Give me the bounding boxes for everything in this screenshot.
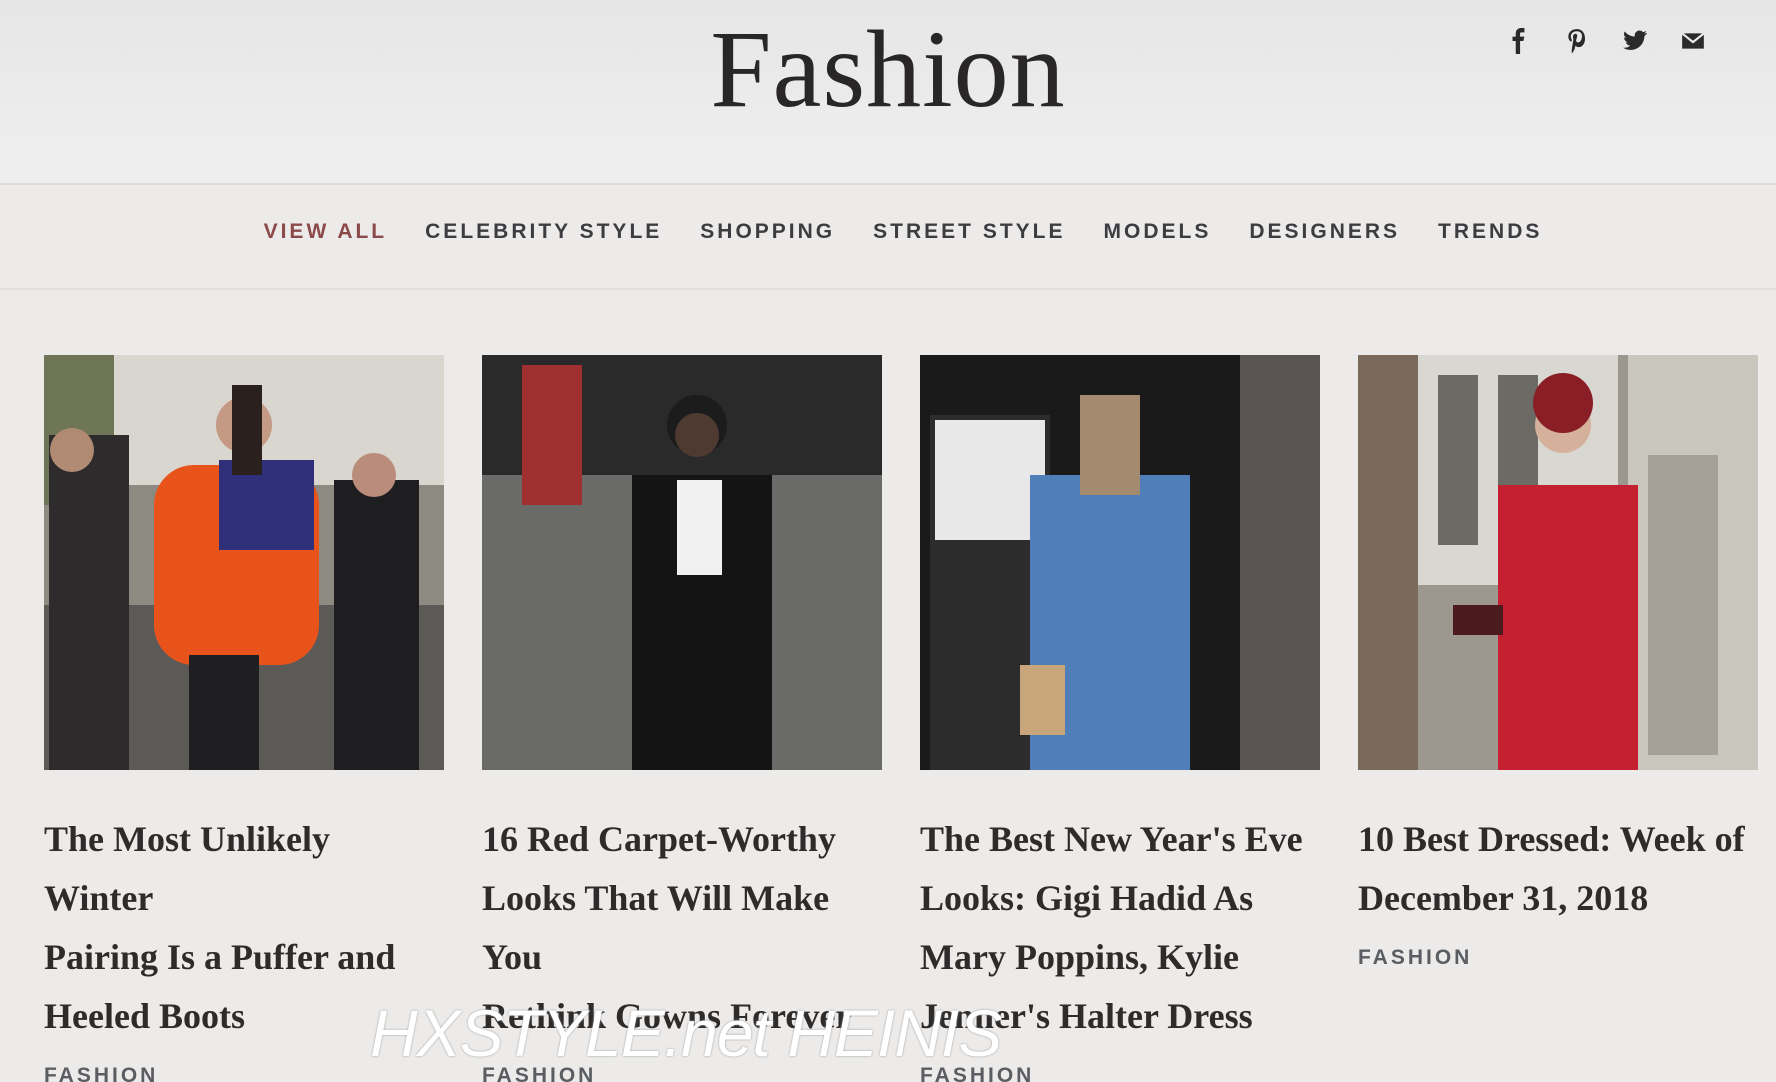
article-image[interactable] (482, 355, 882, 770)
category-nav: VIEW ALL CELEBRITY STYLE SHOPPING STREET… (0, 200, 1776, 290)
title-line: The Most Unlikely Winter (44, 819, 331, 918)
article-card[interactable]: The Most Unlikely Winter Pairing Is a Pu… (44, 355, 444, 1082)
title-line: Heeled Boots (44, 996, 245, 1036)
title-line: December 31, 2018 (1358, 878, 1649, 918)
article-card[interactable]: 10 Best Dressed: Week of December 31, 20… (1358, 355, 1758, 1082)
title-line: Looks That Will Make You (482, 878, 830, 977)
site-title[interactable]: Fashion (0, 6, 1776, 133)
article-card[interactable]: 16 Red Carpet-Worthy Looks That Will Mak… (482, 355, 882, 1082)
email-icon[interactable] (1680, 28, 1706, 54)
masthead: Fashion (0, 0, 1776, 185)
nav-item-models[interactable]: MODELS (1104, 220, 1212, 244)
article-grid: The Most Unlikely Winter Pairing Is a Pu… (44, 355, 1758, 1082)
nav-item-celebrity-style[interactable]: CELEBRITY STYLE (425, 220, 662, 244)
article-image[interactable] (920, 355, 1320, 770)
nav-item-shopping[interactable]: SHOPPING (700, 220, 835, 244)
facebook-icon[interactable] (1506, 28, 1532, 54)
title-line: 10 Best Dressed: Week of (1358, 819, 1745, 859)
title-line: Mary Poppins, Kylie (920, 937, 1240, 977)
title-line: The Best New Year's Eve (920, 819, 1303, 859)
article-image[interactable] (44, 355, 444, 770)
nav-item-designers[interactable]: DESIGNERS (1249, 220, 1400, 244)
nav-item-trends[interactable]: TRENDS (1438, 220, 1542, 244)
pinterest-icon[interactable] (1564, 28, 1590, 54)
article-image[interactable] (1358, 355, 1758, 770)
nav-item-street-style[interactable]: STREET STYLE (873, 220, 1065, 244)
social-links (1506, 28, 1706, 54)
article-title[interactable]: 10 Best Dressed: Week of December 31, 20… (1358, 810, 1758, 928)
title-line: Pairing Is a Puffer and (44, 937, 396, 977)
title-line: Looks: Gigi Hadid As (920, 878, 1254, 918)
watermark: HXSTYLE.net HEINIS (370, 996, 1002, 1070)
nav-item-view-all[interactable]: VIEW ALL (264, 220, 388, 244)
article-card[interactable]: The Best New Year's Eve Looks: Gigi Hadi… (920, 355, 1320, 1082)
twitter-icon[interactable] (1622, 28, 1648, 54)
article-category[interactable]: FASHION (1358, 946, 1758, 970)
title-line: 16 Red Carpet-Worthy (482, 819, 836, 859)
